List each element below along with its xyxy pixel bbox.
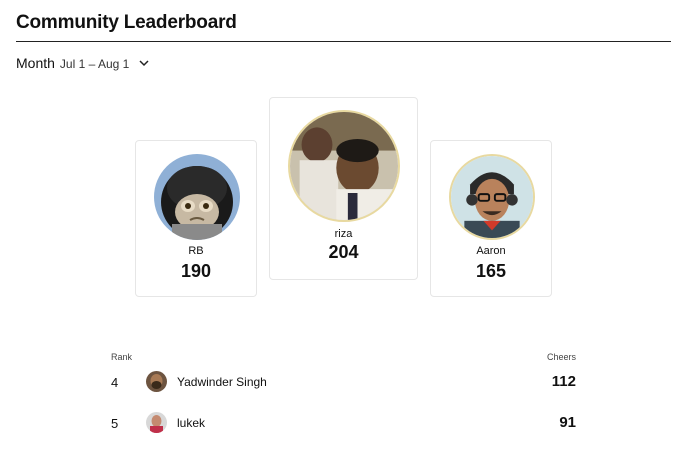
rank-column-header: Rank bbox=[111, 352, 133, 362]
avatar bbox=[146, 371, 167, 392]
avatar bbox=[288, 110, 400, 222]
row-username[interactable]: Yadwinder Singh bbox=[177, 375, 267, 389]
avatar bbox=[449, 154, 535, 240]
avatar bbox=[154, 154, 240, 240]
period-range: Jul 1 – Aug 1 bbox=[59, 57, 130, 71]
row-username[interactable]: lukek bbox=[177, 416, 205, 430]
cheers-column-header: Cheers bbox=[547, 352, 577, 362]
period-label: Month bbox=[16, 55, 55, 71]
podium-score-third: 165 bbox=[475, 261, 507, 281]
podium-name-third: Aaron bbox=[476, 245, 506, 257]
table-row[interactable]: 4 Yadwinder Singh 112 bbox=[0, 368, 690, 396]
podium-name-second: RB bbox=[188, 245, 204, 257]
page-title: Community Leaderboard bbox=[16, 12, 237, 33]
row-rank: 4 bbox=[111, 375, 119, 390]
row-cheers: 91 bbox=[559, 414, 576, 431]
podium-card-third[interactable]: Aaron 165 bbox=[430, 140, 552, 297]
chevron-down-icon bbox=[138, 56, 150, 68]
podium-card-first[interactable]: riza 204 bbox=[269, 97, 418, 280]
period-selector[interactable]: Month Jul 1 – Aug 1 bbox=[16, 55, 150, 71]
title-divider bbox=[16, 41, 671, 42]
podium-score-first: 204 bbox=[328, 242, 359, 262]
podium-card-second[interactable]: RB 190 bbox=[135, 140, 257, 297]
table-row[interactable]: 5 lukek 91 bbox=[0, 409, 690, 437]
row-rank: 5 bbox=[111, 416, 119, 431]
podium-name-first: riza bbox=[334, 228, 353, 240]
podium-score-second: 190 bbox=[180, 261, 212, 281]
row-cheers: 112 bbox=[551, 373, 576, 390]
avatar bbox=[146, 412, 167, 433]
